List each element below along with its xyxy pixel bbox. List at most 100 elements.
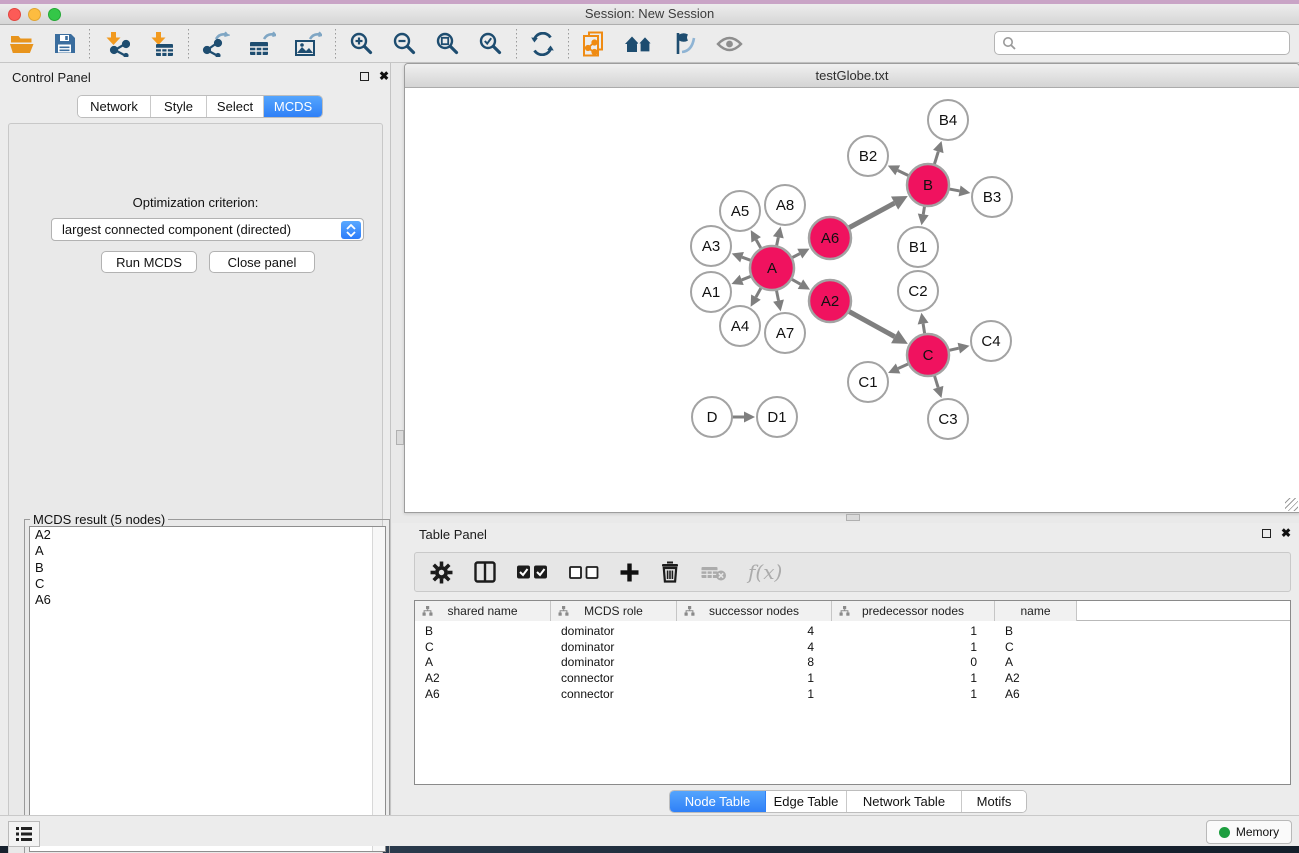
network-window[interactable]: testGlobe.txt AA1A3A5A8A4A7A6A2BB2B4B3B1… (404, 63, 1299, 513)
home-icon[interactable] (615, 28, 663, 60)
add-column-plus-icon[interactable] (620, 563, 639, 582)
mcds-result-list[interactable]: A2ABCA6 (29, 526, 386, 852)
network-window-titlebar[interactable]: testGlobe.txt (405, 64, 1299, 88)
table-row[interactable]: A6connector11A6 (415, 687, 1290, 703)
toolbar-separator (568, 29, 569, 59)
open-file-icon[interactable] (0, 28, 44, 60)
control-panel: Control Panel ✖ NetworkStyleSelectMCDS O… (0, 63, 390, 815)
table-row[interactable]: Bdominator41B (415, 624, 1290, 640)
graph-arrowhead (744, 412, 755, 423)
import-table-icon[interactable] (139, 28, 184, 60)
close-panel-button[interactable]: Close panel (209, 251, 315, 273)
network-document-icon[interactable] (573, 28, 615, 60)
scrollbar-track[interactable] (372, 527, 385, 851)
show-eye-icon[interactable] (707, 28, 752, 60)
float-panel-icon[interactable] (360, 72, 369, 81)
window-title: Session: New Session (0, 4, 1299, 24)
close-traffic-light[interactable] (413, 69, 426, 82)
tab-mcds[interactable]: MCDS (264, 96, 322, 117)
graph-arrowhead (918, 214, 929, 226)
table-cell: dominator (561, 655, 677, 671)
table-row[interactable]: A2connector11A2 (415, 671, 1290, 687)
criterion-dropdown[interactable]: largest connected component (directed) (51, 218, 364, 241)
splitter-handle[interactable] (846, 514, 860, 521)
table-cell: 1 (832, 671, 977, 687)
network-desktop-pane: testGlobe.txt AA1A3A5A8A4A7A6A2BB2B4B3B1… (390, 63, 1299, 815)
search-box[interactable] (994, 31, 1290, 55)
table-row[interactable]: Cdominator41C (415, 640, 1290, 656)
graph-node-label: B (923, 177, 933, 194)
result-item[interactable]: A (30, 543, 385, 559)
tab-node-table[interactable]: Node Table (670, 791, 766, 812)
close-traffic-light[interactable] (8, 8, 21, 21)
delete-table-icon[interactable] (701, 564, 727, 581)
graph-node-label: A (767, 260, 777, 277)
table-cell: dominator (561, 624, 677, 640)
settings-gear-icon[interactable] (430, 561, 453, 584)
hide-selected-icon[interactable] (663, 28, 707, 60)
column-header-predecessor-nodes[interactable]: predecessor nodes (832, 601, 995, 621)
deselect-all-boxes-icon[interactable] (569, 566, 599, 579)
export-network-icon[interactable] (193, 28, 239, 60)
table-cell: A (1005, 655, 1077, 671)
graph-node-label: A8 (776, 197, 794, 214)
graph-node-label: D (707, 409, 718, 426)
minimize-traffic-light[interactable] (28, 8, 41, 21)
tab-edge-table[interactable]: Edge Table (766, 791, 847, 812)
column-layout-icon[interactable] (474, 561, 496, 583)
delete-trash-icon[interactable] (660, 561, 680, 583)
run-mcds-button[interactable]: Run MCDS (101, 251, 197, 273)
window-titlebar: Session: New Session (0, 4, 1299, 25)
refresh-icon[interactable] (521, 28, 564, 60)
zoom-selected-icon[interactable] (469, 28, 512, 60)
memory-button[interactable]: Memory (1206, 820, 1292, 844)
save-session-icon[interactable] (44, 28, 85, 60)
table-cell: 1 (677, 687, 814, 703)
close-panel-icon[interactable]: ✖ (1281, 526, 1291, 540)
graph-node-label: A2 (821, 293, 839, 310)
zoom-out-icon[interactable] (383, 28, 426, 60)
minimize-traffic-light[interactable] (433, 69, 446, 82)
table-cell: connector (561, 671, 677, 687)
function-fx-icon[interactable]: f(x) (748, 560, 782, 584)
zoom-traffic-light[interactable] (48, 8, 61, 21)
task-history-button[interactable] (8, 821, 40, 847)
table-cell: B (1005, 624, 1077, 640)
export-table-icon[interactable] (239, 28, 285, 60)
tab-select[interactable]: Select (207, 96, 264, 117)
window-resize-grip[interactable] (1285, 498, 1298, 511)
search-input[interactable] (1016, 36, 1266, 51)
result-item[interactable]: A6 (30, 592, 385, 608)
import-network-icon[interactable] (94, 28, 139, 60)
control-panel-header: Control Panel ✖ (0, 63, 390, 89)
zoom-fit-icon[interactable] (426, 28, 469, 60)
table-tabs: Node TableEdge TableNetwork TableMotifs (669, 790, 1027, 813)
select-all-checks-icon[interactable] (517, 565, 548, 579)
column-header-name[interactable]: name (995, 601, 1077, 621)
column-header-MCDS-role[interactable]: MCDS role (551, 601, 677, 621)
network-graph-canvas[interactable]: AA1A3A5A8A4A7A6A2BB2B4B3B1C2CC4C1C3DD1 (405, 88, 1299, 512)
zoom-traffic-light[interactable] (453, 69, 466, 82)
tab-motifs[interactable]: Motifs (962, 791, 1026, 812)
export-image-icon[interactable] (285, 28, 331, 60)
graph-node-label: A6 (821, 230, 839, 247)
tab-network[interactable]: Network (78, 96, 151, 117)
splitter-handle[interactable] (396, 430, 404, 445)
result-item[interactable]: C (30, 576, 385, 592)
graph-node-label: B4 (939, 112, 957, 129)
close-panel-icon[interactable]: ✖ (379, 69, 389, 83)
column-label: predecessor nodes (862, 604, 964, 618)
table-row[interactable]: Adominator80A (415, 655, 1290, 671)
graph-arrowhead (958, 343, 970, 354)
network-window-title: testGlobe.txt (405, 64, 1299, 87)
column-header-successor-nodes[interactable]: successor nodes (677, 601, 832, 621)
tab-network-table[interactable]: Network Table (847, 791, 962, 812)
float-panel-icon[interactable] (1262, 529, 1271, 538)
result-item[interactable]: A2 (30, 527, 385, 543)
column-label: shared name (447, 604, 517, 618)
column-header-shared-name[interactable]: shared name (415, 601, 551, 621)
zoom-in-icon[interactable] (340, 28, 383, 60)
node-table[interactable]: shared name MCDS rolesuccessor nodes prede… (414, 600, 1291, 785)
tab-style[interactable]: Style (151, 96, 207, 117)
result-item[interactable]: B (30, 560, 385, 576)
